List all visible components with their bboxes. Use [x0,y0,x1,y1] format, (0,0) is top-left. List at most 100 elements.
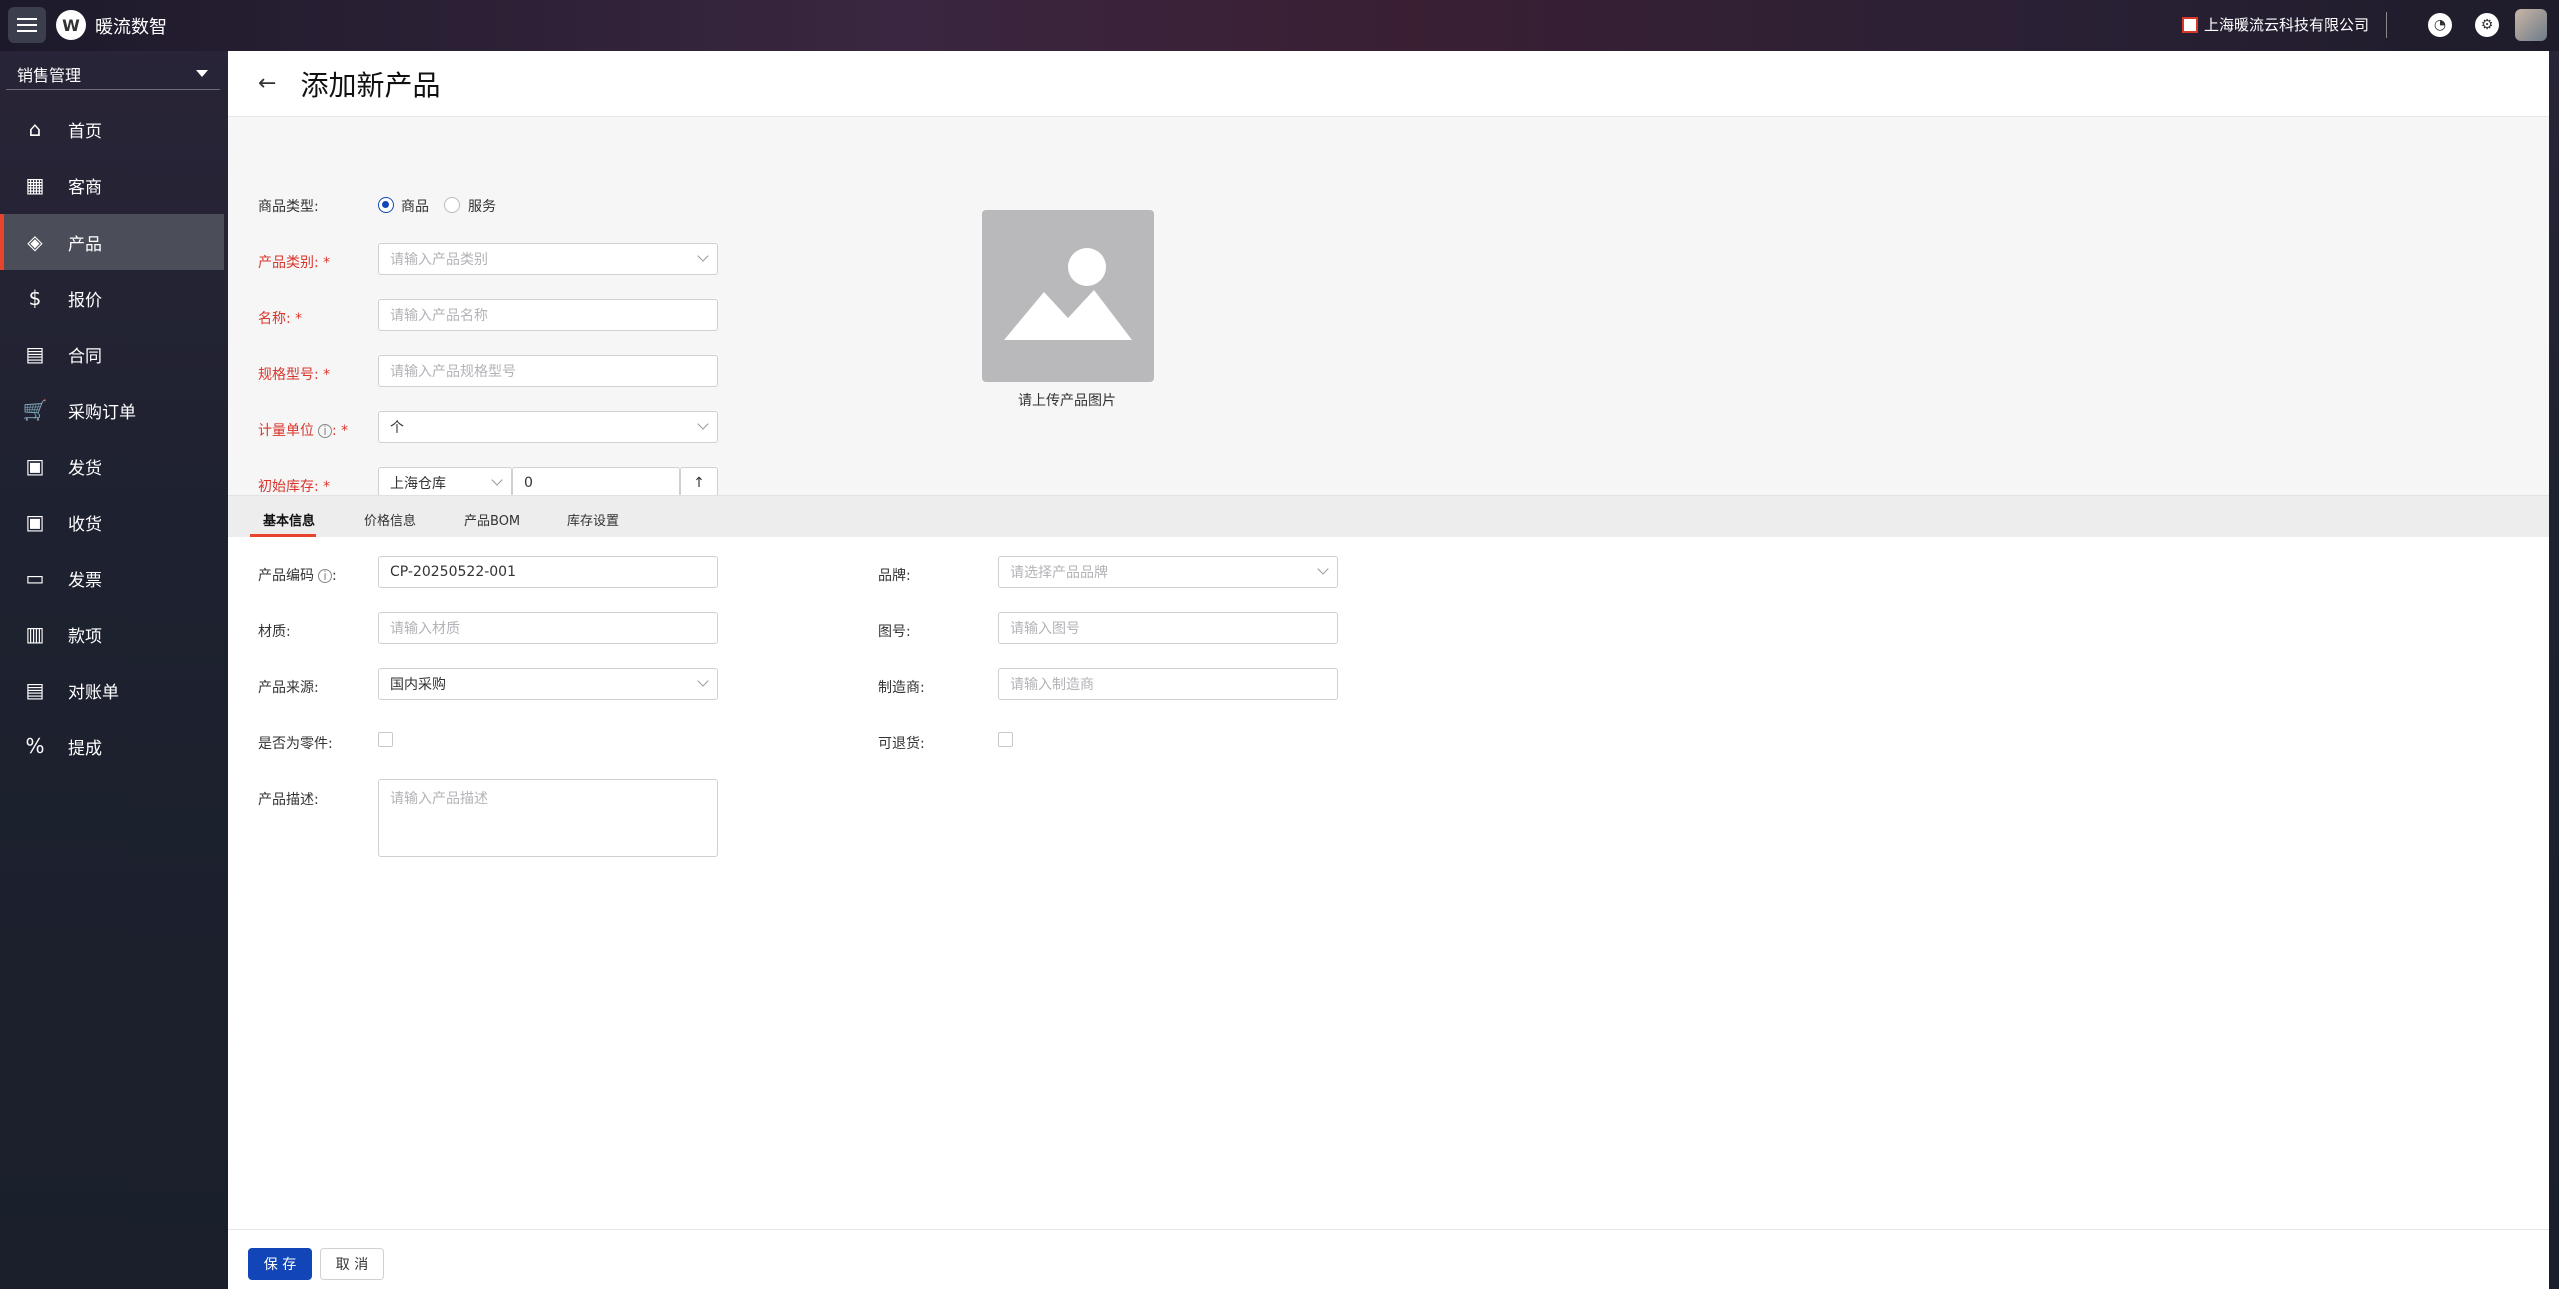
active-tab-indicator [250,534,316,537]
top-divider [2386,12,2387,38]
cancel-button[interactable]: 取 消 [320,1248,384,1280]
unit-select[interactable]: 个 [378,411,718,443]
tab-stock-settings[interactable]: 库存设置 [567,510,619,529]
image-placeholder-icon [1004,248,1132,340]
product-code-input[interactable]: CP-20250522-001 [378,556,718,588]
sidebar-item-label: 对账单 [68,682,119,703]
category-label: 产品类别: * [258,255,331,271]
briefcase-icon: ▤ [25,342,45,366]
drawing-label: 图号: [878,624,911,640]
name-label: 名称: * [258,311,303,327]
company-selector[interactable]: 上海暖流云科技有限公司 [2181,14,2369,35]
chevron-down-icon [697,675,709,687]
sidebar-item-label: 合同 [68,346,102,367]
sidebar-item-label: 提成 [68,738,102,759]
type-option-goods: 商品 [401,199,429,215]
sidebar-item-label: 发货 [68,458,102,479]
module-selector[interactable]: 销售管理 [6,58,220,90]
company-name: 上海暖流云科技有限公司 [2203,16,2369,34]
box-down-icon: ▣ [25,510,45,534]
box-up-icon: ▣ [25,454,45,478]
info-icon[interactable]: i [318,424,332,438]
sidebar-item-partners[interactable]: ▦ 客商 [0,157,224,213]
unit-label: 计量单位 i: * [258,423,349,439]
save-button[interactable]: 保 存 [248,1248,312,1280]
maker-label: 制造商: [878,680,925,696]
stock-label: 初始库存: * [258,479,331,495]
type-radio-service[interactable] [444,197,460,213]
material-input[interactable]: 请输入材质 [378,612,718,644]
sidebar-item-label: 产品 [68,234,102,255]
name-input[interactable]: 请输入产品名称 [378,299,718,331]
settings-icon[interactable]: ⚙ [2475,13,2499,37]
notification-icon[interactable]: ◔ [2428,13,2452,37]
company-icon [2181,16,2198,33]
chevron-down-icon [491,474,503,486]
sidebar: 销售管理 ⌂ 首页 ▦ 客商 ◈ 产品 $ 报价 ▤ 合同 🛒 采购订单 ▣ 发货 ▣ 收货 ▭… [0,51,224,1289]
chevron-down-icon [196,70,208,77]
description-textarea[interactable]: 请输入产品描述 [378,779,718,857]
sidebar-item-payments[interactable]: ▥ 款项 [0,606,224,662]
sidebar-item-shipping[interactable]: ▣ 发货 [0,438,224,494]
sidebar-item-label: 客商 [68,177,102,198]
code-label: 产品编码 i: [258,568,337,584]
avatar[interactable] [2515,9,2547,41]
category-select[interactable]: 请输入产品类别 [378,243,718,275]
menu-toggle-button[interactable] [8,7,46,43]
material-label: 材质: [258,624,291,640]
sidebar-item-receiving[interactable]: ▣ 收货 [0,494,224,550]
chevron-down-icon [697,418,709,430]
product-image-upload[interactable] [982,210,1154,382]
calculator-icon: ▥ [25,622,45,646]
top-bar: W 暖流数智 上海暖流云科技有限公司 ◔ ⚙ [0,0,2559,51]
top-form: 商品类型: 商品 服务 产品类别: * 请输入产品类别 名称: * 请输入产品名… [228,117,2549,499]
app-logo: W [56,10,86,40]
main-content: ← 添加新产品 商品类型: 商品 服务 产品类别: * 请输入产品类别 名称: … [228,51,2549,1289]
form-footer: 保 存 取 消 [228,1229,2549,1289]
info-icon[interactable]: i [318,569,332,583]
source-select[interactable]: 国内采购 [378,668,718,700]
part-checkbox[interactable] [378,732,393,747]
returnable-checkbox[interactable] [998,732,1013,747]
sidebar-item-label: 首页 [68,121,102,142]
spec-input[interactable]: 请输入产品规格型号 [378,355,718,387]
module-label: 销售管理 [17,65,82,85]
sidebar-item-label: 采购订单 [68,402,136,423]
type-option-service: 服务 [468,199,496,215]
source-label: 产品来源: [258,680,319,696]
sidebar-item-home[interactable]: ⌂ 首页 [0,101,224,157]
sidebar-item-commission[interactable]: % 提成 [0,718,224,774]
brand-label: 品牌: [878,568,911,584]
drawing-input[interactable]: 请输入图号 [998,612,1338,644]
layers-icon: ◈ [27,230,43,254]
page-header: ← 添加新产品 [228,51,2549,117]
image-caption: 请上传产品图片 [1018,393,1116,409]
part-label: 是否为零件: [258,736,333,752]
maker-input[interactable]: 请输入制造商 [998,668,1338,700]
tab-bar: 基本信息 价格信息 产品BOM 库存设置 [228,495,2549,537]
returnable-label: 可退货: [878,736,925,752]
type-label: 商品类型: [258,199,319,215]
back-arrow-icon[interactable]: ← [258,71,276,96]
app-title: 暖流数智 [95,17,167,38]
arrow-up-icon: ↑ [693,475,705,491]
percent-icon: % [25,734,45,758]
sidebar-item-purchase-orders[interactable]: 🛒 采购订单 [0,382,224,438]
chevron-down-icon [697,250,709,262]
sidebar-item-contracts[interactable]: ▤ 合同 [0,326,224,382]
sidebar-item-statements[interactable]: ▤ 对账单 [0,662,224,718]
sidebar-item-invoices[interactable]: ▭ 发票 [0,550,224,606]
building-icon: ▦ [25,173,45,197]
cart-icon: 🛒 [22,398,48,422]
tab-price-info[interactable]: 价格信息 [364,510,416,529]
tab-basic-info[interactable]: 基本信息 [263,510,315,529]
sidebar-item-label: 款项 [68,626,102,647]
sidebar-item-quotes[interactable]: $ 报价 [0,270,224,326]
brand-select[interactable]: 请选择产品品牌 [998,556,1338,588]
type-radio-goods[interactable] [378,197,394,213]
description-label: 产品描述: [258,792,319,808]
sidebar-item-products[interactable]: ◈ 产品 [0,214,224,270]
statement-icon: ▤ [25,678,45,702]
tab-product-bom[interactable]: 产品BOM [464,510,520,529]
page-title: 添加新产品 [300,68,441,102]
